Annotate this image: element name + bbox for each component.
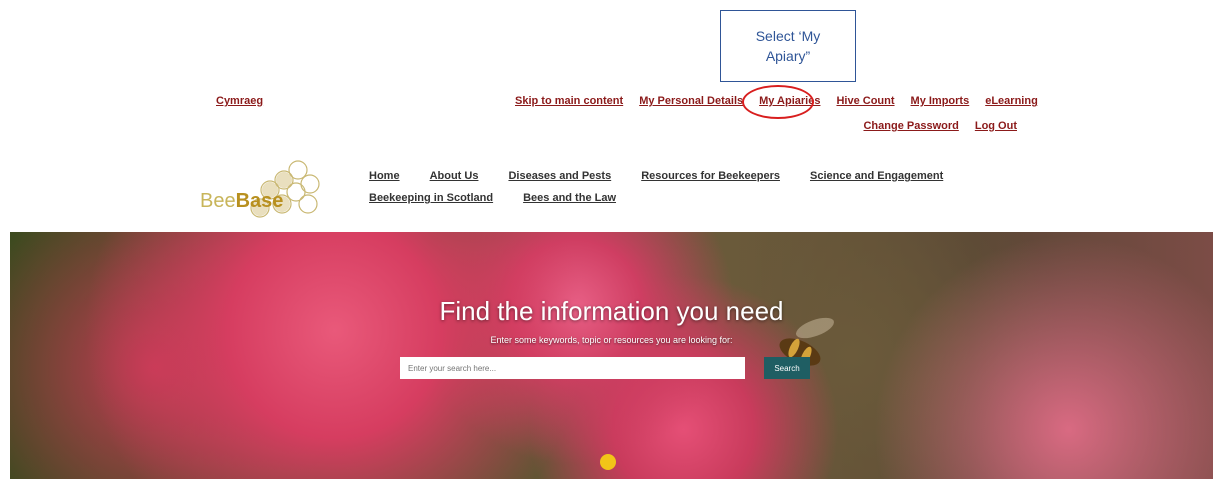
search-button[interactable]: Search — [764, 357, 810, 379]
change-password-link[interactable]: Change Password — [863, 120, 958, 132]
nav-science-and-engagement[interactable]: Science and Engagement — [810, 170, 943, 182]
search-input[interactable] — [400, 357, 745, 379]
nav-about-us[interactable]: About Us — [430, 170, 479, 182]
log-out-link[interactable]: Log Out — [975, 120, 1017, 132]
logo-text-base: Base — [235, 190, 284, 212]
carousel-indicator[interactable] — [600, 454, 616, 470]
language-link-cymraeg[interactable]: Cymraeg — [216, 95, 263, 107]
my-imports-link[interactable]: My Imports — [911, 95, 970, 107]
main-nav: Home About Us Diseases and Pests Resourc… — [369, 170, 943, 214]
hero-banner: Find the information you need Enter some… — [10, 232, 1213, 479]
logo-text-bee: Bee — [200, 190, 236, 212]
nav-beekeeping-in-scotland[interactable]: Beekeeping in Scotland — [369, 192, 493, 204]
hive-count-link[interactable]: Hive Count — [836, 95, 894, 107]
hero-title: Find the information you need — [439, 296, 784, 326]
my-personal-details-link[interactable]: My Personal Details — [639, 95, 743, 107]
logo-wordmark: BeeBase — [200, 190, 283, 213]
nav-home[interactable]: Home — [369, 170, 400, 182]
nav-bees-and-the-law[interactable]: Bees and the Law — [523, 192, 616, 204]
annotation-line-1: Select ‘My — [755, 28, 821, 44]
annotation-line-2: Apiary” — [765, 48, 811, 64]
skip-to-main-link[interactable]: Skip to main content — [515, 95, 623, 107]
nav-resources-for-beekeepers[interactable]: Resources for Beekeepers — [641, 170, 780, 182]
hero-subtitle: Enter some keywords, topic or resources … — [490, 335, 733, 345]
account-nav: Change Password Log Out — [863, 120, 1017, 132]
beebase-logo[interactable]: BeeBase — [200, 158, 325, 222]
utility-nav: Skip to main content My Personal Details… — [515, 95, 1038, 107]
my-apiaries-link[interactable]: My Apiaries — [759, 95, 820, 107]
nav-diseases-and-pests[interactable]: Diseases and Pests — [508, 170, 611, 182]
annotation-callout: Select ‘My Apiary” — [720, 10, 856, 82]
elearning-link[interactable]: eLearning — [985, 95, 1038, 107]
